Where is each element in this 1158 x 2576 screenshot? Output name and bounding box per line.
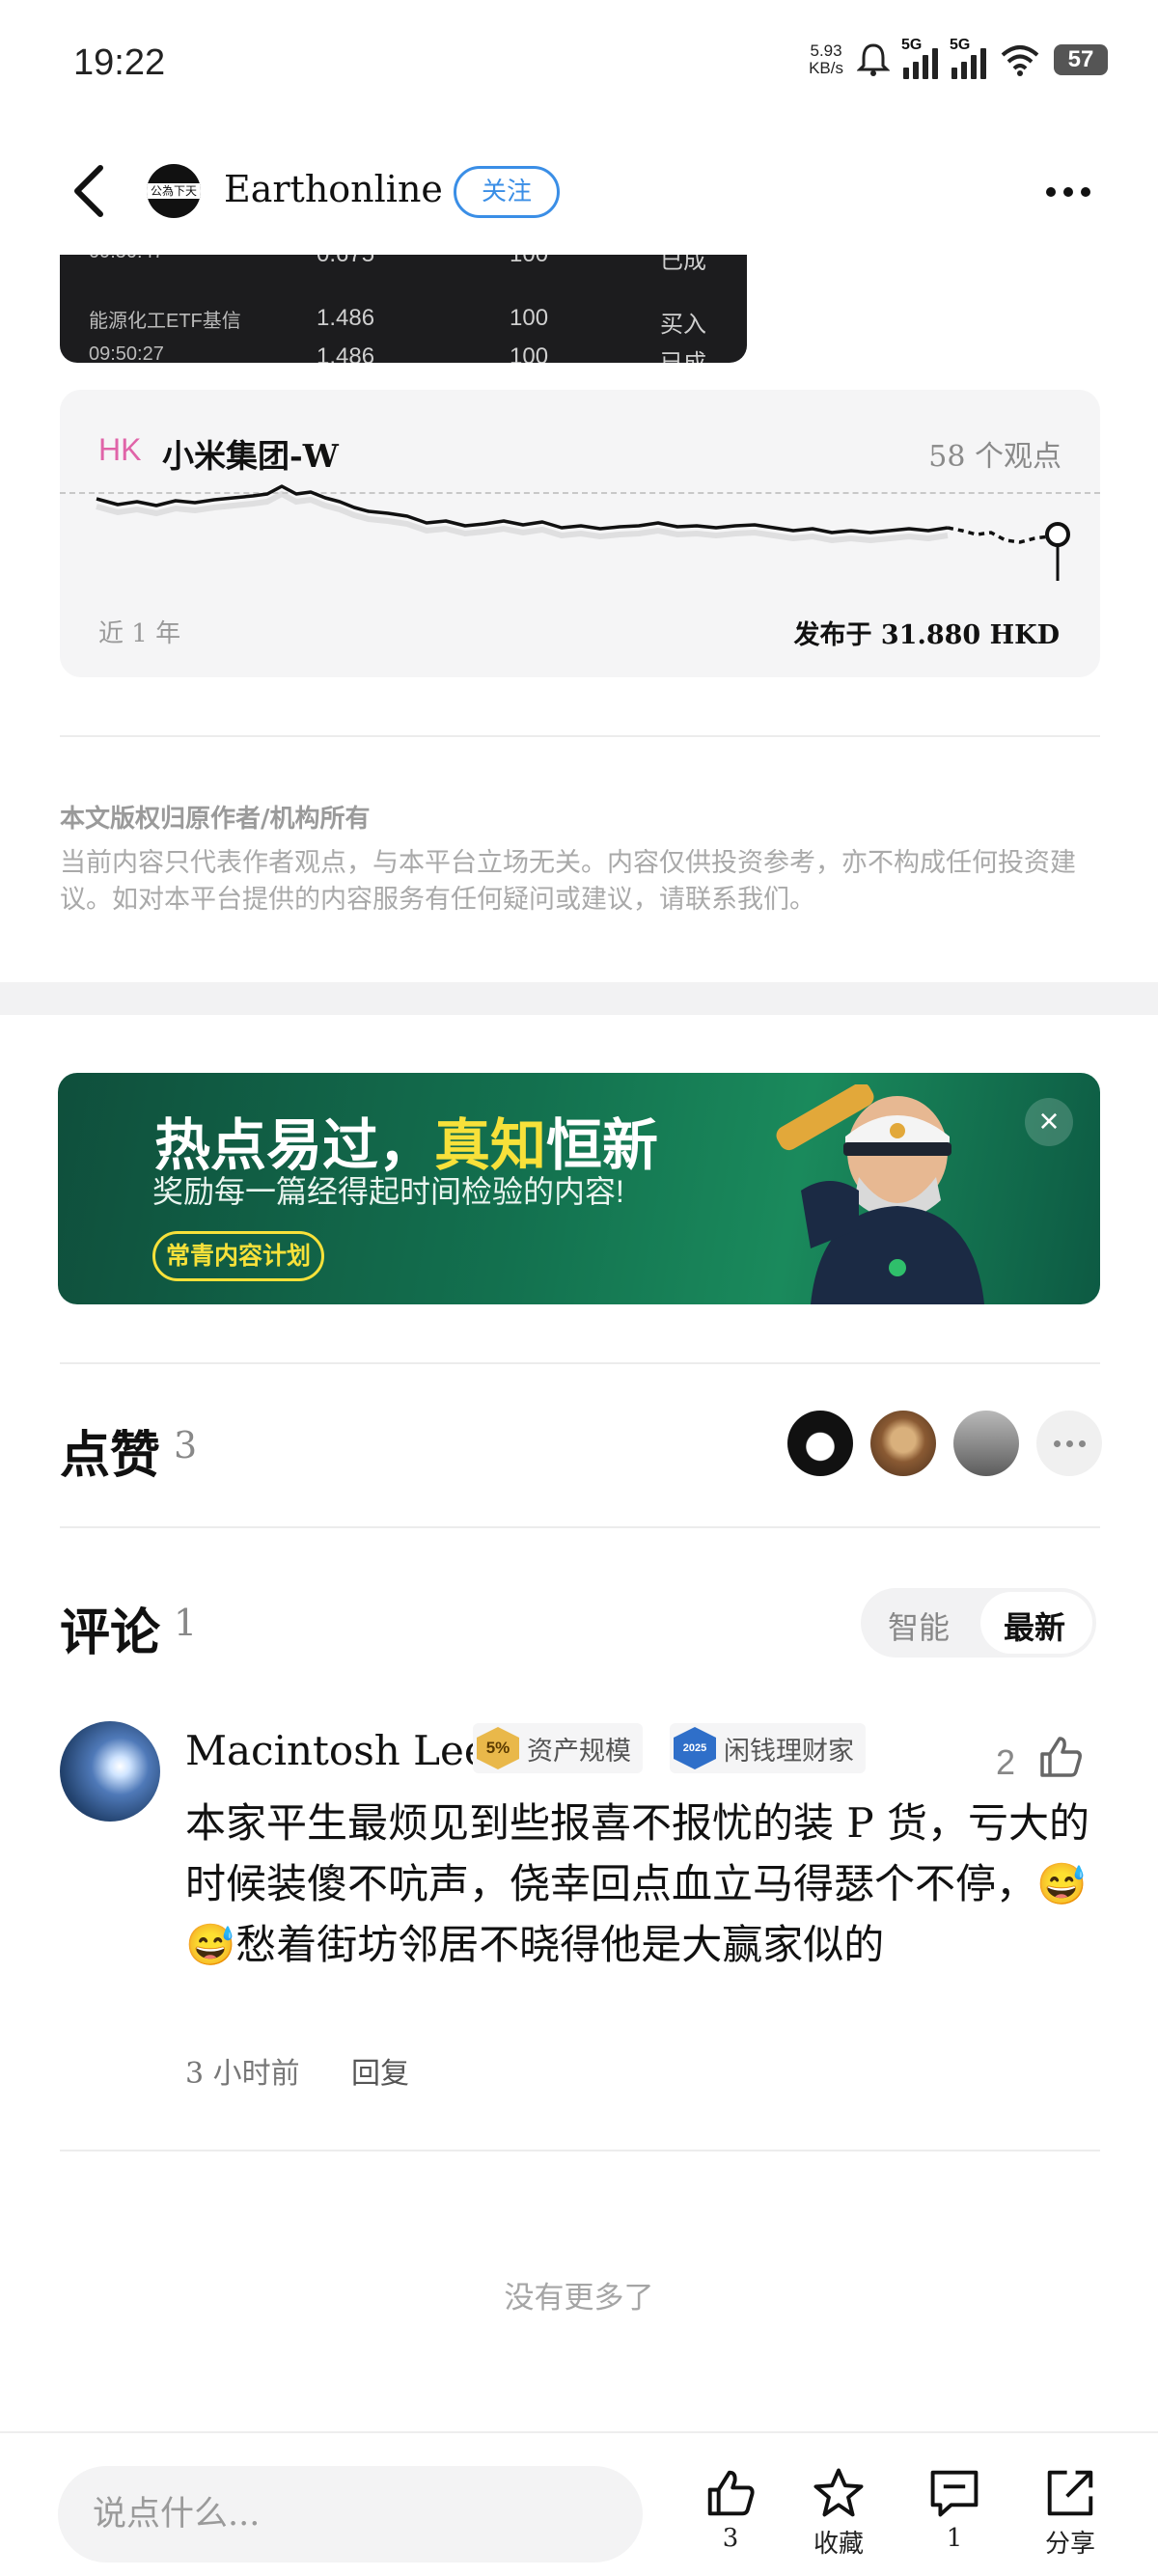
- liker-avatar[interactable]: [953, 1411, 1019, 1476]
- stock-market: HK: [98, 432, 142, 467]
- trade-qty: 100: [510, 343, 549, 363]
- star-icon: [813, 2468, 864, 2517]
- favorite-action[interactable]: 收藏: [795, 2466, 882, 2560]
- divider: [60, 735, 1100, 737]
- stock-name[interactable]: 小米集团-W: [162, 430, 339, 477]
- disclaimer-text: 当前内容只代表作者观点，与本平台立场无关。内容仅供投资参考，亦不构成任何投资建议…: [60, 848, 1076, 915]
- captain-telescope-illustration: [776, 1084, 984, 1304]
- sim2-label: 5G: [950, 37, 971, 53]
- status-time: 19:22: [73, 42, 166, 83]
- favorite-action-label: 收藏: [813, 2530, 864, 2559]
- section-separator: [0, 982, 1158, 1015]
- share-action[interactable]: 分享: [1027, 2466, 1114, 2560]
- comments-title: 评论: [60, 1603, 161, 1662]
- trade-qty: 100: [510, 305, 549, 331]
- comment-like-count: 2: [996, 1742, 1016, 1782]
- battery-icon: 57: [1054, 44, 1108, 75]
- divider: [60, 1526, 1100, 1528]
- thumbs-up-icon: [707, 2470, 755, 2516]
- copyright-notice: 本文版权归原作者/机构所有: [60, 805, 371, 834]
- liker-avatar[interactable]: [787, 1411, 853, 1476]
- asset-scale-badge[interactable]: 5% 资产规模: [473, 1723, 643, 1773]
- liker-avatar[interactable]: [870, 1411, 936, 1476]
- banner-cta-button[interactable]: 常青内容计划: [152, 1231, 324, 1281]
- liker-avatars[interactable]: [787, 1411, 1102, 1476]
- like-action-count: 3: [722, 2524, 739, 2553]
- commenter-avatar[interactable]: [60, 1721, 160, 1822]
- close-icon[interactable]: ×: [1025, 1098, 1073, 1146]
- asset-scale-label: 资产规模: [527, 1736, 631, 1767]
- trade-price: 0.675: [317, 255, 374, 268]
- more-options-icon[interactable]: [1046, 187, 1090, 197]
- trade-record-image: 09:50:47 0.675 100 已成 能源化工ETF基信 1.486 10…: [60, 255, 747, 363]
- trade-time: 09:50:27: [89, 343, 164, 363]
- banner-subtitle: 奖励每一篇经得起时间检验的内容!: [152, 1174, 624, 1209]
- end-of-list-text: 没有更多了: [504, 2281, 654, 2316]
- thumbs-up-icon[interactable]: [1036, 1733, 1085, 1781]
- sort-smart-option[interactable]: 智能: [888, 1603, 950, 1648]
- cell-signal-icon-2: 5G: [950, 37, 986, 79]
- author-avatar[interactable]: 公為下天: [147, 164, 201, 218]
- trade-status: 已成: [660, 255, 706, 274]
- comment-action[interactable]: 1: [911, 2466, 998, 2553]
- stock-range: 近 1 年: [98, 619, 181, 648]
- share-action-label: 分享: [1044, 2530, 1095, 2559]
- trade-qty: 100: [510, 255, 548, 268]
- idle-money-label: 闲钱理财家: [724, 1736, 854, 1767]
- likes-title: 点赞: [60, 1426, 161, 1485]
- net-speed-unit: KB/s: [809, 59, 843, 77]
- stock-views[interactable]: 58 个观点: [928, 432, 1062, 475]
- commenter-name[interactable]: Macintosh Lee: [185, 1727, 488, 1774]
- diamond-badge-icon: 2025: [674, 1727, 716, 1769]
- likes-count: 3: [174, 1424, 198, 1466]
- comment-body: 本家平生最烦见到些报喜不报忧的装 P 货，亏大的时候装傻不吭声，侥幸回点血立马得…: [185, 1799, 1089, 1968]
- trade-name: 能源化工ETF基信: [89, 311, 241, 332]
- comment-time: 3 小时前: [185, 2057, 300, 2091]
- wifi-icon: [1001, 45, 1039, 76]
- comment-input[interactable]: 说点什么...: [58, 2466, 643, 2562]
- more-likers-button[interactable]: [1036, 1411, 1102, 1476]
- author-logo-text: 公為下天: [147, 183, 201, 199]
- trade-price: 1.486: [317, 343, 375, 363]
- reply-button[interactable]: 回复: [351, 2049, 409, 2092]
- cell-signal-icon: 5G: [901, 37, 938, 79]
- stock-published-price: 发布于 31.880 HKD: [793, 620, 1060, 650]
- net-speed-value: 5.93: [810, 41, 842, 60]
- comment-action-count: 1: [946, 2524, 963, 2553]
- author-name[interactable]: Earthonline: [224, 168, 443, 210]
- stock-sparkline: [96, 484, 1070, 581]
- trade-price: 1.486: [317, 305, 375, 331]
- trade-time: 09:50:47: [89, 255, 164, 263]
- asset-scale-icon: 5%: [477, 1727, 519, 1769]
- comments-count: 1: [174, 1602, 198, 1644]
- follow-button[interactable]: 关注: [454, 166, 560, 218]
- status-icons: 5.93 KB/s 5G 5G 57: [809, 37, 1108, 79]
- idle-money-badge[interactable]: 2025 闲钱理财家: [670, 1723, 866, 1773]
- like-action[interactable]: 3: [687, 2466, 774, 2553]
- net-speed: 5.93 KB/s: [809, 42, 843, 77]
- back-arrow-icon[interactable]: [66, 162, 114, 220]
- share-icon: [1047, 2470, 1093, 2516]
- comment-bubble-icon: [930, 2470, 979, 2517]
- sort-newest-option[interactable]: 最新: [1004, 1603, 1065, 1648]
- trade-status: 已成: [660, 343, 706, 363]
- sim1-label: 5G: [901, 37, 923, 53]
- bell-icon: [857, 43, 890, 76]
- divider: [60, 1362, 1100, 1364]
- trade-status: 买入: [660, 312, 706, 338]
- divider: [60, 2150, 1100, 2151]
